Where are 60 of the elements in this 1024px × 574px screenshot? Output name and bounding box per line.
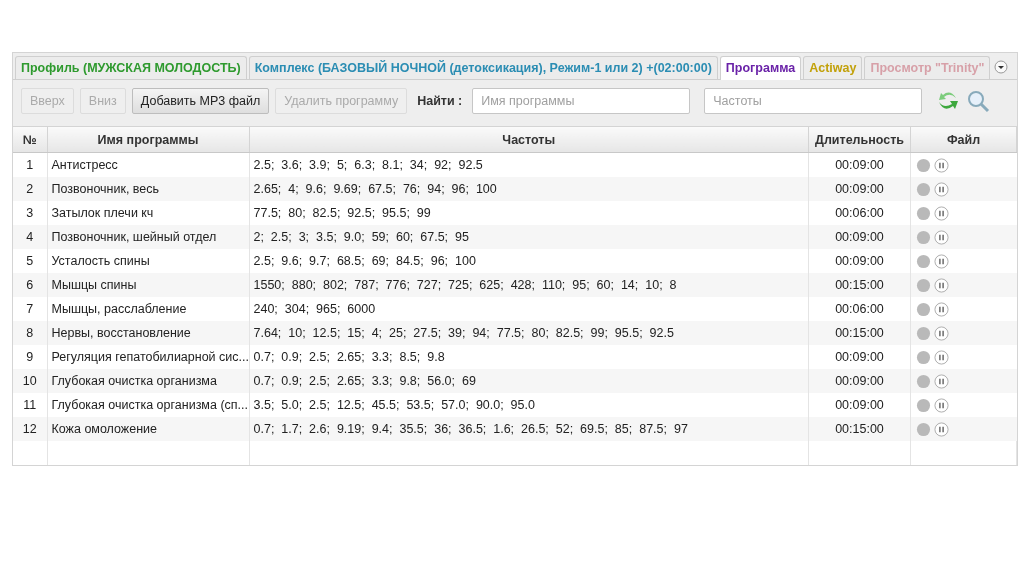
table-cell: 00:09:00 (808, 177, 911, 201)
table-cell: Позвоночник, весь (47, 177, 249, 201)
table-cell: Нервы, восстановление (47, 321, 249, 345)
record-dot-icon[interactable] (916, 277, 931, 293)
table-cell: 1550; 880; 802; 787; 776; 727; 725; 625; 428; 110; 95; 60; 14; 10; 8 (249, 273, 809, 297)
table-cell: 10 (13, 369, 47, 393)
table-cell: 6 (13, 273, 47, 297)
record-dot-icon[interactable] (916, 349, 931, 365)
column-header[interactable]: Длительность (808, 127, 911, 153)
table-cell: Позвоночник, шейный отдел (47, 225, 249, 249)
pause-icon[interactable] (934, 229, 949, 245)
table-cell: 00:15:00 (808, 321, 911, 345)
record-dot-icon[interactable] (916, 397, 931, 413)
table-cell: 00:15:00 (808, 417, 911, 441)
table-cell: 7.64; 10; 12.5; 15; 4; 25; 27.5; 39; 94; 77.5; 80; 82.5; 99; 95.5; 92.5 (249, 321, 809, 345)
pause-icon[interactable] (934, 157, 949, 173)
column-header[interactable]: № (13, 127, 47, 153)
pause-icon[interactable] (934, 301, 949, 317)
pause-icon[interactable] (934, 205, 949, 221)
column-header[interactable]: Файл (910, 127, 1017, 153)
pause-icon[interactable] (934, 253, 949, 269)
table-cell: 8 (13, 321, 47, 345)
record-dot-icon[interactable] (916, 421, 931, 437)
pause-icon[interactable] (934, 349, 949, 365)
table-cell: 2 (13, 177, 47, 201)
table-cell: 00:09:00 (808, 369, 911, 393)
search-icon[interactable] (966, 88, 991, 113)
record-dot-icon[interactable] (916, 205, 931, 221)
table-cell: 2.65; 4; 9.6; 9.69; 67.5; 76; 94; 96; 100 (249, 177, 809, 201)
table-cell: Кожа омоложение (47, 417, 249, 441)
table-cell: 2; 2.5; 3; 3.5; 9.0; 59; 60; 67.5; 95 (249, 225, 809, 249)
table-cell: 00:09:00 (808, 225, 911, 249)
column-header[interactable]: Частоты (249, 127, 809, 153)
pause-icon[interactable] (934, 373, 949, 389)
record-dot-icon[interactable] (916, 229, 931, 245)
record-dot-icon[interactable] (916, 325, 931, 341)
pause-icon[interactable] (934, 397, 949, 413)
record-dot-icon[interactable] (916, 157, 931, 173)
column-header[interactable]: Имя программы (47, 127, 249, 153)
frequency-search-field[interactable]: Частоты (704, 87, 923, 114)
record-dot-icon[interactable] (916, 301, 931, 317)
pause-icon[interactable] (934, 277, 949, 293)
find-label: Найти : (417, 93, 463, 108)
record-dot-icon[interactable] (916, 373, 931, 389)
table-cell: 0.7; 1.7; 2.6; 9.19; 9.4; 35.5; 36; 36.5; 1.6; 26.5; 52; 69.5; 85; 87.5; 97 (249, 417, 809, 441)
table-cell: 4 (13, 225, 47, 249)
pause-icon[interactable] (934, 181, 949, 197)
table-cell: Мышцы спины (47, 273, 249, 297)
table-cell: 0.7; 0.9; 2.5; 2.65; 3.3; 9.8; 56.0; 69 (249, 369, 809, 393)
table-cell: 12 (13, 417, 47, 441)
tab[interactable]: Программа (719, 56, 802, 80)
pause-icon[interactable] (934, 421, 949, 437)
toolbar-button[interactable]: Добавить MP3 файл (131, 87, 270, 114)
pause-icon[interactable] (934, 325, 949, 341)
name-search-field[interactable]: Имя программы (472, 87, 691, 114)
record-dot-icon[interactable] (916, 253, 931, 269)
table-cell: 00:15:00 (808, 273, 911, 297)
dropdown-icon[interactable] (994, 60, 1009, 74)
table-cell: Глубокая очистка организма (47, 369, 249, 393)
record-dot-icon[interactable] (916, 181, 931, 197)
